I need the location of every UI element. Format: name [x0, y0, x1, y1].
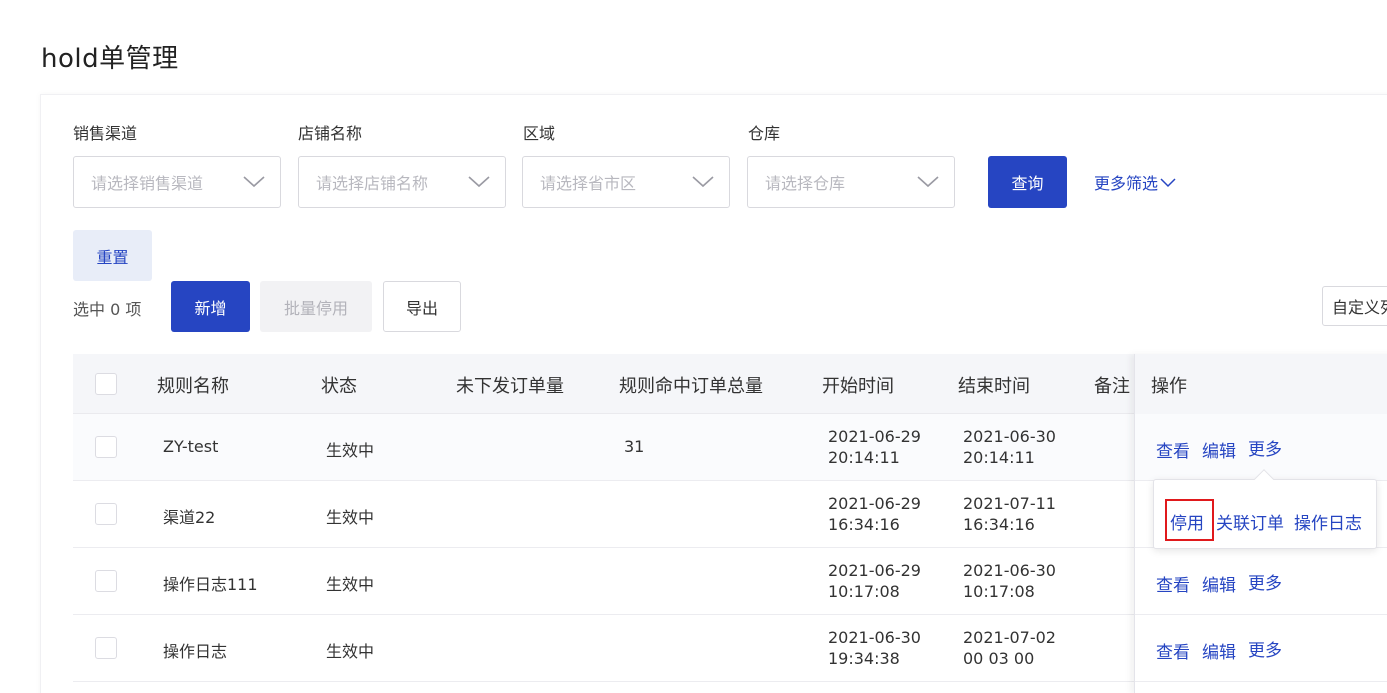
rule-name: 操作日志: [163, 642, 228, 661]
start-date: 2021-06-29: [828, 427, 921, 446]
header-rule-name: 规则名称: [157, 376, 229, 397]
row-more-link[interactable]: 更多: [1248, 435, 1282, 460]
sales-channel-select[interactable]: 请选择销售渠道: [73, 156, 281, 208]
warehouse-select[interactable]: 请选择仓库: [747, 156, 955, 208]
row-checkbox[interactable]: [95, 637, 117, 659]
row-checkbox[interactable]: [95, 570, 117, 592]
chevron-down-icon: [914, 168, 942, 196]
start-time: 10:17:08: [828, 582, 900, 601]
row-view-link[interactable]: 查看: [1156, 571, 1190, 596]
end-date: 2021-06-30: [963, 561, 1056, 580]
store-name-select[interactable]: 请选择店铺名称: [298, 156, 506, 208]
row-more-link[interactable]: 更多: [1248, 569, 1282, 594]
row-checkbox[interactable]: [95, 436, 117, 458]
export-button[interactable]: 导出: [383, 281, 461, 332]
page-title: hold单管理: [41, 44, 179, 74]
more-filter-label: 更多筛选: [1094, 174, 1159, 193]
select-all-checkbox[interactable]: [95, 373, 117, 395]
start-date: 2021-06-29: [828, 561, 921, 580]
region-select[interactable]: 请选择省市区: [522, 156, 730, 208]
end-time: 20:14:11: [963, 448, 1035, 467]
row-view-link[interactable]: 查看: [1156, 638, 1190, 663]
selected-count: 选中 0 项: [73, 300, 142, 319]
row-view-link[interactable]: 查看: [1156, 437, 1190, 462]
end-time: 16:34:16: [963, 515, 1035, 534]
start-time: 20:14:11: [828, 448, 900, 467]
header-status: 状态: [321, 376, 357, 397]
chevron-down-icon: [1160, 173, 1176, 192]
custom-columns-button[interactable]: 自定义列: [1322, 286, 1387, 326]
start-time: 19:34:38: [828, 649, 900, 668]
chevron-down-icon: [689, 168, 717, 196]
rule-status: 生效中: [326, 508, 375, 527]
header-remark: 备注: [1094, 376, 1130, 397]
filter-label-store-name: 店铺名称: [298, 124, 363, 143]
rule-status: 生效中: [326, 441, 375, 460]
row-checkbox[interactable]: [95, 503, 117, 525]
end-time: 10:17:08: [963, 582, 1035, 601]
query-button[interactable]: 查询: [988, 156, 1067, 208]
store-name-placeholder: 请选择店铺名称: [316, 174, 429, 193]
region-placeholder: 请选择省市区: [540, 174, 637, 193]
filter-label-region: 区域: [523, 124, 556, 143]
header-total-hit-orders: 规则命中订单总量: [619, 376, 763, 397]
highlight-annotation-box: [1165, 499, 1214, 541]
header-operation: 操作: [1151, 376, 1187, 397]
header-end-time: 结束时间: [958, 376, 1030, 397]
start-date: 2021-06-29: [828, 494, 921, 513]
rule-status: 生效中: [326, 642, 375, 661]
rule-name: 渠道22: [163, 508, 216, 527]
end-time: 00 03 00: [963, 649, 1035, 668]
header-pending-orders: 未下发订单量: [456, 376, 564, 397]
end-date: 2021-07-11: [963, 494, 1056, 513]
operation-log-menu-item[interactable]: 操作日志: [1294, 509, 1362, 534]
more-filter-toggle[interactable]: 更多筛选: [1094, 170, 1176, 194]
header-start-time: 开始时间: [822, 376, 894, 397]
row-more-link[interactable]: 更多: [1248, 636, 1282, 661]
warehouse-placeholder: 请选择仓库: [765, 174, 846, 193]
start-date: 2021-06-30: [828, 628, 921, 647]
filter-label-sales-channel: 销售渠道: [73, 124, 138, 143]
rule-name: 操作日志111: [163, 575, 258, 594]
batch-disable-button[interactable]: 批量停用: [260, 281, 372, 332]
add-button[interactable]: 新增: [171, 281, 250, 332]
rule-name: ZY-test: [163, 437, 219, 456]
end-date: 2021-06-30: [963, 427, 1056, 446]
row-edit-link[interactable]: 编辑: [1202, 571, 1236, 596]
reset-button[interactable]: 重置: [73, 230, 152, 281]
rule-status: 生效中: [326, 575, 375, 594]
chevron-down-icon: [240, 168, 268, 196]
total-hit-orders: 31: [624, 437, 645, 456]
row-edit-link[interactable]: 编辑: [1202, 638, 1236, 663]
start-time: 16:34:16: [828, 515, 900, 534]
sales-channel-placeholder: 请选择销售渠道: [91, 174, 204, 193]
end-date: 2021-07-02: [963, 628, 1056, 647]
row-edit-link[interactable]: 编辑: [1202, 437, 1236, 462]
filter-label-warehouse: 仓库: [748, 124, 781, 143]
related-orders-menu-item[interactable]: 关联订单: [1216, 509, 1284, 534]
chevron-down-icon: [465, 168, 493, 196]
